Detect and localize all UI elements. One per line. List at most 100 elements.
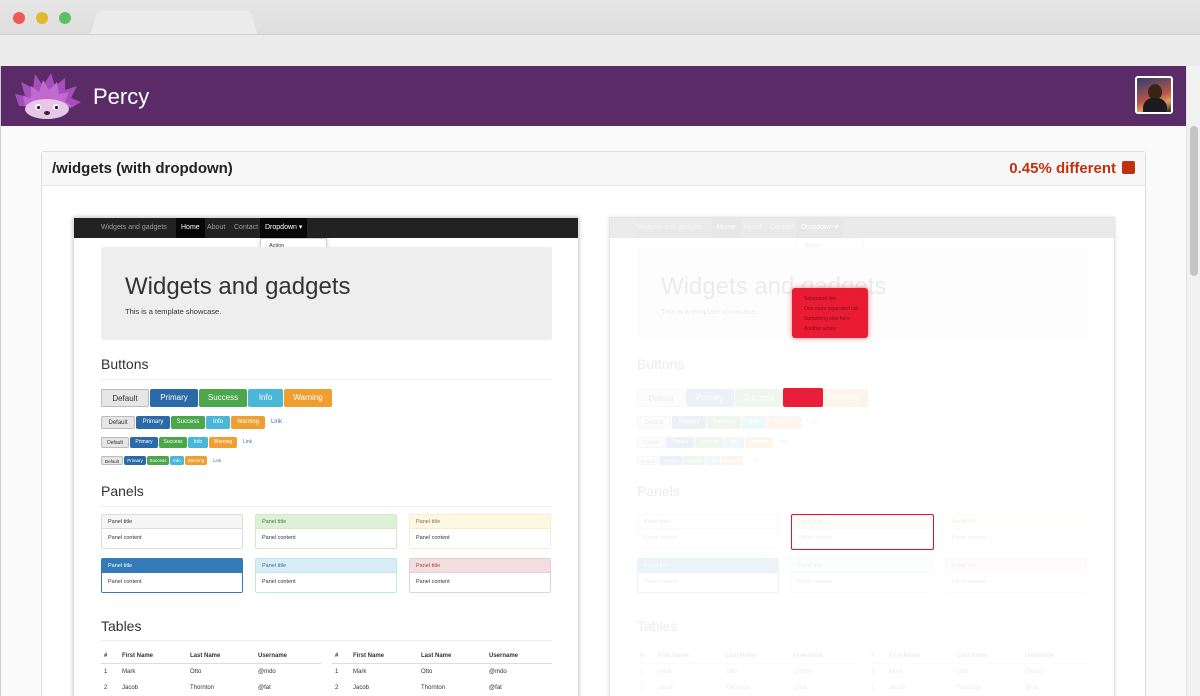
percy-hedgehog-logo[interactable]	[13, 72, 83, 120]
mock-info-button: Info	[188, 437, 208, 448]
mock-table-cell: Mark	[353, 669, 367, 675]
mock-table-header: Last Name	[957, 653, 988, 659]
mock-nav-about: About	[207, 224, 226, 231]
mock-table-header: #	[871, 653, 875, 659]
mock-nav-contact: Contact	[234, 224, 259, 231]
mock-panel: Panel title Panel content	[101, 558, 243, 593]
mock-default-button: Default	[101, 416, 135, 429]
mock-panel-title: Panel title	[946, 515, 1086, 529]
diff-highlight-button	[783, 388, 823, 407]
mock-table-rule	[868, 663, 1088, 664]
diff-percentage[interactable]: 0.45% different	[1009, 160, 1135, 177]
browser-tab[interactable]	[90, 10, 258, 35]
mock-table-cell: 1	[335, 669, 339, 675]
mock-panel: Panel title Panel content	[637, 514, 779, 549]
mock-default-button: Default	[101, 456, 123, 465]
mock-link-button: Link	[271, 419, 283, 425]
mock-navbar: Widgets and gadgets Home About Contact D…	[610, 218, 1114, 238]
mock-panel: Panel title Panel content	[255, 558, 397, 593]
baseline-screenshot[interactable]: Widgets and gadgets Home About Contact D…	[73, 217, 579, 696]
snapshot-title[interactable]: /widgets (with dropdown)	[52, 160, 233, 177]
mock-nav-about: About	[743, 224, 762, 231]
mock-table-header: Last Name	[421, 653, 452, 659]
mock-panel-content: Panel content	[952, 535, 986, 541]
mock-table: # First Name Last Name Username 1 Mark Otto @md…	[868, 650, 1088, 696]
close-window-icon[interactable]	[13, 12, 25, 24]
mock-info-button: Info	[206, 416, 230, 429]
mock-panel-title: Panel title	[102, 515, 242, 529]
mock-success-button: Success	[695, 437, 723, 448]
mock-info-button: Info	[742, 416, 766, 429]
mock-primary-button: Primary	[124, 456, 146, 465]
mock-warning-button: Warning	[745, 437, 773, 448]
mock-warning-button: Warning	[185, 456, 207, 465]
page-scrollbar[interactable]	[1186, 66, 1200, 696]
mock-panel-content: Panel content	[952, 579, 986, 585]
mock-table-cell: @fat	[258, 685, 271, 691]
mock-table-header: First Name	[889, 653, 921, 659]
mock-panel-content: Panel content	[262, 535, 296, 541]
mock-table-cell: @fat	[489, 685, 502, 691]
mock-table-cell: Jacob	[122, 685, 139, 691]
mock-warning-button: Warning	[820, 389, 868, 407]
mock-default-button: Default	[101, 389, 149, 407]
mock-table-cell: Mark	[658, 669, 672, 675]
mock-panel-content: Panel content	[644, 535, 678, 541]
mock-table-cell: @mdo	[1025, 669, 1043, 675]
mock-primary-button: Primary	[660, 456, 682, 465]
app-brand[interactable]: Percy	[93, 84, 149, 110]
percy-app: Percy /widgets (with dropdown) 0.45% dif…	[0, 66, 1186, 696]
mock-table-cell: @mdo	[794, 669, 812, 675]
mock-jumbotron-subtitle: This is a template showcase.	[125, 307, 222, 316]
mock-table-cell: @fat	[1025, 685, 1038, 691]
mock-success-button: Success	[735, 389, 783, 407]
mock-table-cell: 2	[335, 685, 339, 691]
maximize-window-icon[interactable]	[59, 12, 71, 24]
diff-label: 0.45% different	[1009, 160, 1116, 177]
mock-table-header: #	[640, 653, 644, 659]
mock-divider	[101, 506, 552, 507]
scrollbar-thumb[interactable]	[1190, 126, 1198, 276]
app-navbar: Percy	[1, 66, 1186, 126]
mock-info-button: Info	[724, 437, 744, 448]
diff-dropdown-item: Something else here	[804, 316, 850, 322]
mock-table-cell: Mark	[122, 669, 136, 675]
mock-table-cell: Thornton	[957, 685, 982, 691]
mock-panel-title: Panel title	[256, 559, 396, 573]
mock-panel-title: Panel title	[792, 559, 932, 573]
mock-table-header: Last Name	[726, 653, 757, 659]
mock-success-button: Success	[171, 416, 205, 429]
mock-nav-home: Home	[176, 218, 205, 238]
browser-chrome	[0, 0, 1200, 66]
mock-table-header: Username	[794, 653, 824, 659]
mock-panel-content: Panel content	[416, 579, 450, 585]
diff-highlight-dropdown: Separated link One more separated link Som…	[792, 288, 868, 338]
diff-screenshot[interactable]: Widgets and gadgets Home About Contact D…	[609, 217, 1115, 696]
mock-navbar: Widgets and gadgets Home About Contact D…	[74, 218, 578, 238]
mock-panel: Panel title Panel content	[945, 558, 1087, 593]
mock-jumbotron: Widgets and gadgets This is a template s…	[101, 247, 552, 340]
minimize-window-icon[interactable]	[36, 12, 48, 24]
mock-table-header: #	[335, 653, 339, 659]
mock-link-button: Link	[749, 458, 758, 463]
mock-panel: Panel title Panel content	[945, 514, 1087, 549]
mock-table-header: First Name	[353, 653, 385, 659]
mock-divider	[637, 640, 1088, 641]
mock-panel-title: Panel title	[410, 559, 550, 573]
mock-table-cell: Otto	[421, 669, 433, 675]
mock-table-rule	[332, 663, 552, 664]
mock-nav-home: Home	[712, 218, 741, 238]
mock-nav-dropdown: Dropdown ▾	[796, 218, 844, 238]
mock-divider	[637, 379, 1088, 380]
mock-table-cell: Jacob	[889, 685, 906, 691]
diff-highlight-panel	[791, 514, 934, 550]
mock-panel-content: Panel content	[416, 535, 450, 541]
user-avatar[interactable]	[1135, 76, 1173, 114]
mock-panels-heading: Panels	[637, 483, 680, 499]
mock-divider	[101, 379, 552, 380]
mock-link-button: Link	[213, 458, 222, 463]
mock-table-cell: Otto	[726, 669, 738, 675]
mock-primary-button: Primary	[666, 437, 694, 448]
mock-panel-title: Panel title	[256, 515, 396, 529]
mock-jumbotron-title: Widgets and gadgets	[125, 273, 351, 300]
